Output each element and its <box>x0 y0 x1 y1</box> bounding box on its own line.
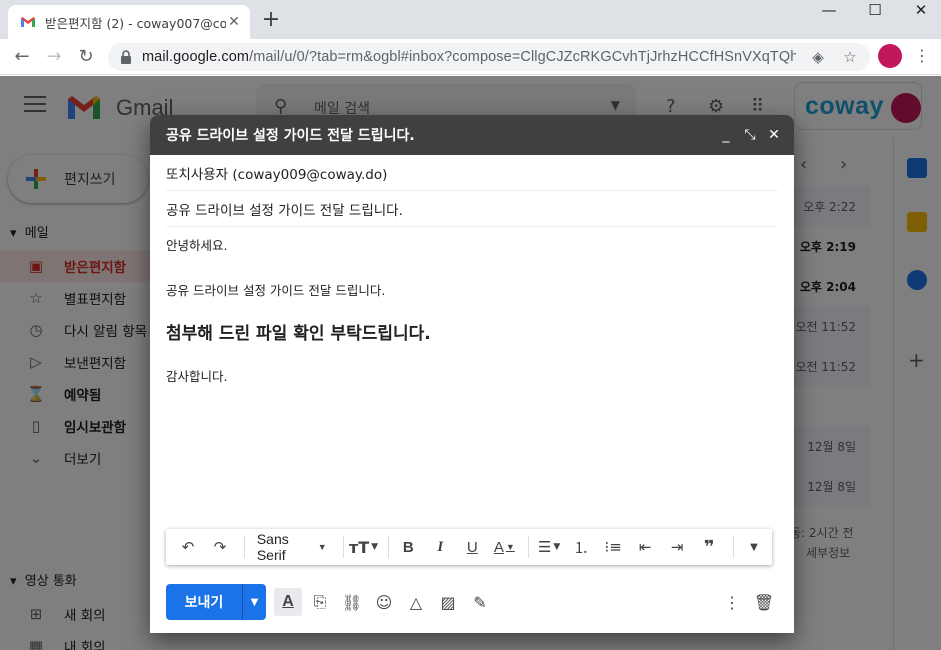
url-path: /mail/u/0/?tab=rm&ogbl#inbox?compose=Cll… <box>249 49 796 65</box>
formatting-toolbar: ↶ ↷ Sans Serif ▼ ᴛT ▼ B I U A ▼ ☰ ▼ ⒈ ⁝≡ ⇤ ⇥… <box>166 529 772 565</box>
body-closing: 감사합니다. <box>166 369 228 384</box>
text-color-icon[interactable]: A ▼ <box>490 533 518 561</box>
tab-title: 받은편지함 (2) - coway007@coway.do <box>45 15 226 31</box>
compose-header[interactable]: 공유 드라이브 설정 가이드 전달 드립니다. _ ⤡ ✕ <box>150 115 794 155</box>
url-text: mail.google.com/mail/u/0/?tab=rm&ogbl#in… <box>142 49 796 65</box>
insert-link-icon[interactable]: ⛓ <box>338 588 366 616</box>
undo-icon[interactable]: ↶ <box>174 533 202 561</box>
browser-menu-icon[interactable]: ⋮ <box>914 46 930 65</box>
underline-icon[interactable]: U <box>458 533 486 561</box>
extension-icon[interactable]: ◈ <box>808 48 828 66</box>
chevron-down-icon: ▼ <box>317 542 327 552</box>
body-greeting: 안녕하세요. <box>166 238 228 253</box>
divider <box>387 536 389 558</box>
lock-icon <box>121 50 131 64</box>
compose-header-title: 공유 드라이브 설정 가이드 전달 드립니다. <box>166 128 415 144</box>
browser-profile-avatar[interactable] <box>878 44 902 68</box>
bulleted-list-icon[interactable]: ⁝≡ <box>599 533 627 561</box>
message-body[interactable]: 안녕하세요. 공유 드라이브 설정 가이드 전달 드립니다. 첨부해 드린 파일… <box>166 235 778 385</box>
discard-draft-icon[interactable]: 🗑 <box>750 588 778 616</box>
body-line: 공유 드라이브 설정 가이드 전달 드립니다. <box>166 283 386 298</box>
browser-toolbar: ← → ↻ mail.google.com/mail/u/0/?tab=rm&o… <box>0 39 941 75</box>
font-select[interactable]: Sans Serif ▼ <box>251 531 333 563</box>
forward-icon[interactable]: → <box>42 46 66 68</box>
divider <box>342 536 344 558</box>
divider <box>244 536 245 558</box>
font-name: Sans Serif <box>256 531 289 563</box>
subject-field[interactable]: 공유 드라이브 설정 가이드 전달 드립니다. <box>166 191 778 227</box>
send-button[interactable]: 보내기 <box>166 584 242 620</box>
formatting-options-icon[interactable]: A <box>274 588 302 616</box>
minimize-icon[interactable]: _ <box>714 127 738 143</box>
more-options-icon[interactable]: ⋮ <box>718 588 746 616</box>
close-window-icon[interactable]: ✕ <box>898 0 941 22</box>
send-options-icon[interactable]: ▼ <box>242 584 266 620</box>
align-icon[interactable]: ☰ ▼ <box>535 533 563 561</box>
more-formatting-icon[interactable]: ▼ <box>740 533 768 561</box>
redo-icon[interactable]: ↷ <box>206 533 234 561</box>
insert-photo-icon[interactable]: ▨ <box>434 588 462 616</box>
bookmark-star-icon[interactable]: ☆ <box>840 48 860 66</box>
tab-close-icon[interactable]: ✕ <box>226 14 242 30</box>
address-bar[interactable]: mail.google.com/mail/u/0/?tab=rm&ogbl#in… <box>108 43 870 71</box>
attach-file-icon[interactable]: ⎘ <box>306 588 334 616</box>
compose-actions-right: ⋮ 🗑 <box>714 588 778 616</box>
divider <box>733 536 734 558</box>
browser-tab[interactable]: 받은편지함 (2) - coway007@coway.do ✕ <box>8 5 250 39</box>
reload-icon[interactable]: ↻ <box>74 46 98 68</box>
font-size-icon[interactable]: ᴛT ▼ <box>349 533 378 561</box>
close-compose-icon[interactable]: ✕ <box>762 127 786 143</box>
body-emphasis: 첨부해 드린 파일 확인 부탁드립니다. <box>166 324 431 344</box>
drive-icon[interactable]: △ <box>402 588 430 616</box>
numbered-list-icon[interactable]: ⒈ <box>567 533 595 561</box>
subject-value: 공유 드라이브 설정 가이드 전달 드립니다. <box>166 202 403 219</box>
divider <box>528 536 530 558</box>
bold-icon[interactable]: B <box>394 533 422 561</box>
compose-dialog: 공유 드라이브 설정 가이드 전달 드립니다. _ ⤡ ✕ 또치사용자 (cow… <box>150 115 794 633</box>
italic-icon[interactable]: I <box>426 533 454 561</box>
gmail-favicon-icon <box>21 17 35 27</box>
indent-more-icon[interactable]: ⇥ <box>663 533 691 561</box>
maximize-window-icon[interactable]: ☐ <box>852 0 898 22</box>
minimize-window-icon[interactable]: — <box>806 0 852 22</box>
new-tab-button[interactable]: + <box>259 9 283 31</box>
quote-icon[interactable]: ❞ <box>695 533 723 561</box>
emoji-icon[interactable]: ☺ <box>370 588 398 616</box>
browser-tabbar: 받은편지함 (2) - coway007@coway.do ✕ + — ☐ ✕ <box>0 0 941 39</box>
indent-less-icon[interactable]: ⇤ <box>631 533 659 561</box>
back-icon[interactable]: ← <box>10 46 34 68</box>
exit-fullscreen-icon[interactable]: ⤡ <box>738 127 762 143</box>
url-host: mail.google.com <box>142 49 250 65</box>
recipient-field[interactable]: 또치사용자 (coway009@coway.do) <box>166 155 778 191</box>
recipient-value: 또치사용자 (coway009@coway.do) <box>166 166 388 183</box>
compose-actions: 보내기 ▼ A ⎘ ⛓ ☺ △ ▨ ✎ ⋮ 🗑 <box>166 584 778 620</box>
signature-icon[interactable]: ✎ <box>466 588 494 616</box>
